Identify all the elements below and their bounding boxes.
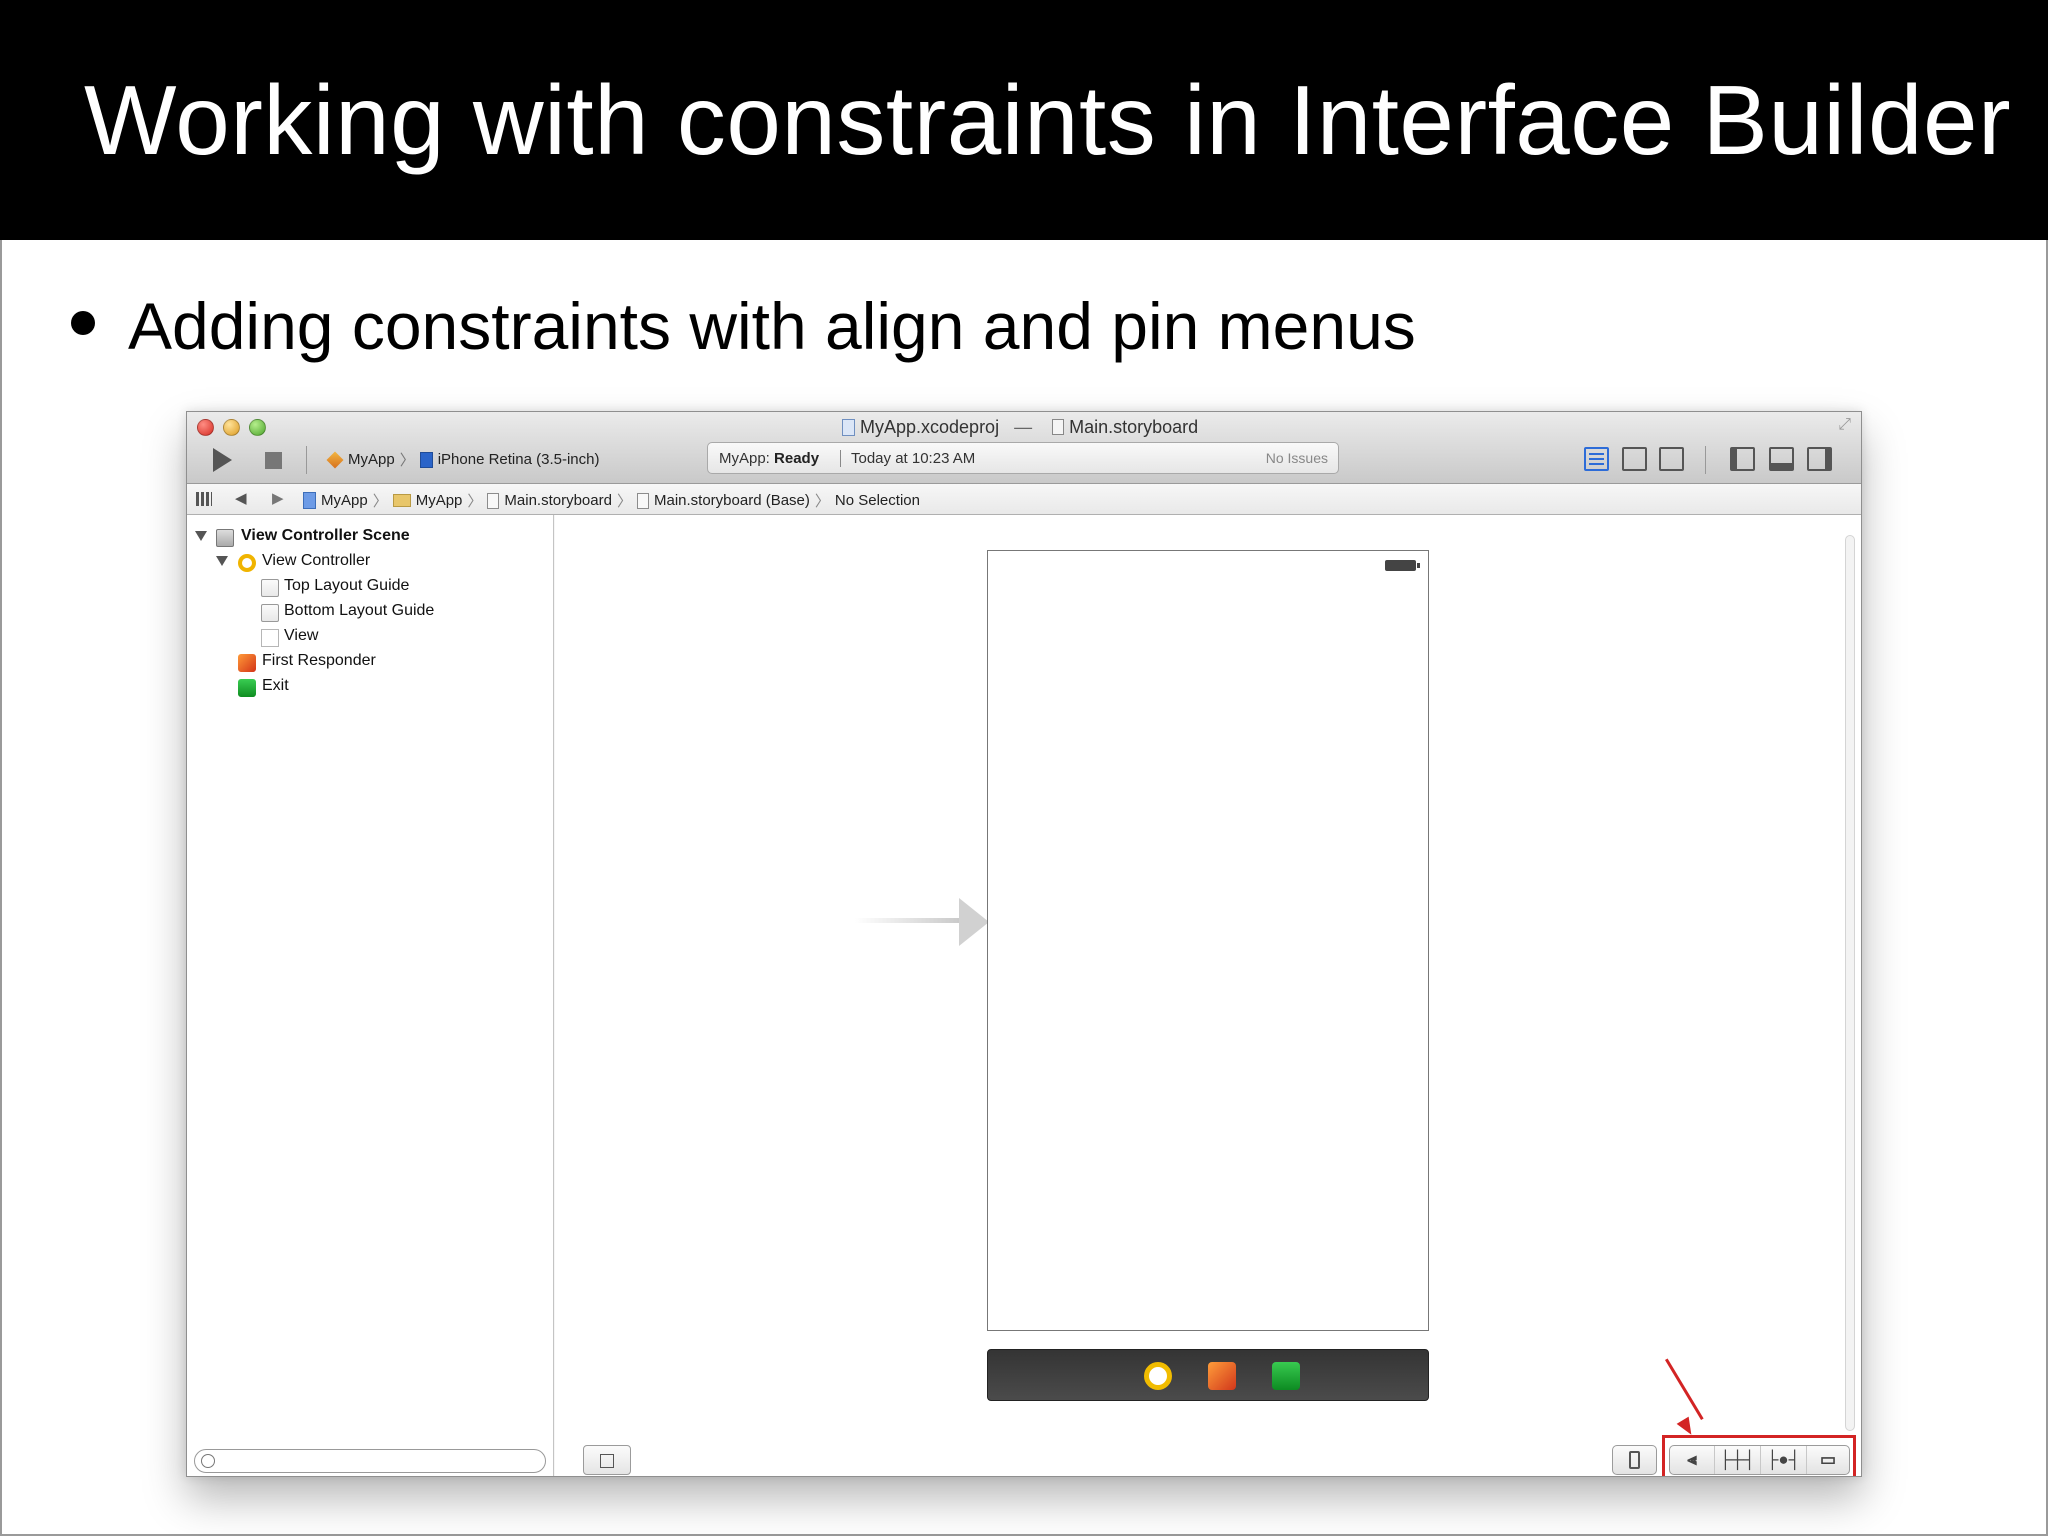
exit-icon bbox=[238, 679, 256, 697]
project-icon bbox=[842, 418, 855, 436]
outline-item-view-controller-scene[interactable]: View Controller Scene bbox=[195, 525, 545, 550]
app-icon bbox=[326, 451, 344, 468]
project-icon bbox=[303, 492, 316, 509]
issues-status: No Issues bbox=[1265, 450, 1328, 466]
toolbar: MyApp.xcodeproj — Main.storyboard ⤢ MyAp… bbox=[187, 412, 1861, 484]
forward-button[interactable]: ▶ bbox=[272, 489, 284, 507]
breadcrumb-separator: 〉 bbox=[372, 493, 388, 510]
outline-item-view[interactable]: View bbox=[195, 625, 545, 650]
breadcrumb: MyApp 〉 MyApp 〉 Main.storyboard 〉 Main.s… bbox=[303, 490, 920, 511]
form-factor-button[interactable] bbox=[1613, 1446, 1656, 1474]
layout-guide-icon bbox=[261, 604, 279, 622]
document-outline: View Controller Scene View Controller To… bbox=[187, 515, 554, 1476]
breadcrumb-base-storyboard[interactable]: Main.storyboard (Base) bbox=[636, 492, 810, 509]
disclosure-triangle-icon[interactable] bbox=[195, 531, 207, 541]
stop-button[interactable] bbox=[265, 452, 282, 469]
scheme-selector[interactable]: MyApp 〉 iPhone Retina (3.5-inch) bbox=[326, 449, 599, 470]
fullscreen-icon[interactable]: ⤢ bbox=[1838, 416, 1851, 434]
breadcrumb-separator: 〉 bbox=[616, 493, 632, 510]
storyboard-icon bbox=[636, 492, 649, 509]
toolbar-divider bbox=[1705, 446, 1706, 474]
outline-list: View Controller Scene View Controller To… bbox=[195, 525, 545, 700]
breadcrumb-project[interactable]: MyApp bbox=[303, 492, 368, 509]
outline-filter-field[interactable] bbox=[194, 1449, 546, 1473]
debug-area-toggle-icon[interactable] bbox=[1769, 447, 1794, 471]
outline-item-first-responder[interactable]: First Responder bbox=[195, 650, 545, 675]
initial-scene-arrow-line bbox=[855, 918, 965, 923]
outline-item-bottom-layout-guide[interactable]: Bottom Layout Guide bbox=[195, 600, 545, 625]
breadcrumb-storyboard[interactable]: Main.storyboard bbox=[487, 492, 612, 509]
standard-editor-icon[interactable] bbox=[1584, 447, 1609, 471]
callout-arrow-line bbox=[1665, 1358, 1704, 1421]
breadcrumb-folder[interactable]: MyApp bbox=[392, 492, 462, 509]
version-editor-icon[interactable] bbox=[1659, 447, 1684, 471]
initial-scene-arrow-head bbox=[959, 898, 989, 946]
bullet-text: Adding constraints with align and pin me… bbox=[128, 289, 1416, 363]
xcode-window: MyApp.xcodeproj — Main.storyboard ⤢ MyAp… bbox=[186, 411, 1862, 1477]
exit-icon[interactable] bbox=[1272, 1362, 1300, 1390]
scene-dock bbox=[987, 1349, 1429, 1401]
minimize-icon[interactable] bbox=[223, 419, 240, 436]
related-items-icon[interactable] bbox=[196, 492, 212, 506]
layout-guide-icon bbox=[261, 579, 279, 597]
breadcrumb-selection[interactable]: No Selection bbox=[835, 492, 920, 509]
storyboard-icon bbox=[487, 492, 500, 509]
bullet-dot bbox=[71, 311, 95, 335]
assistant-editor-icon[interactable] bbox=[1622, 447, 1647, 471]
zoom-icon[interactable] bbox=[249, 419, 266, 436]
storyboard-icon bbox=[1052, 419, 1065, 436]
hide-outline-button[interactable] bbox=[583, 1445, 631, 1475]
close-icon[interactable] bbox=[197, 419, 214, 436]
build-status: MyApp: Ready bbox=[719, 450, 820, 467]
first-responder-icon[interactable] bbox=[1208, 1362, 1236, 1390]
navigator-toggle-icon[interactable] bbox=[1730, 447, 1755, 471]
view-controller-icon[interactable] bbox=[1144, 1362, 1172, 1390]
outline-item-exit[interactable]: Exit bbox=[195, 675, 545, 700]
toolbar-divider bbox=[306, 446, 307, 474]
run-button[interactable] bbox=[213, 448, 232, 472]
view-icon bbox=[261, 629, 279, 647]
battery-icon bbox=[1385, 560, 1420, 571]
breadcrumb-separator: 〉 bbox=[814, 493, 830, 510]
window-title: MyApp.xcodeproj — Main.storyboard bbox=[837, 416, 1198, 438]
outline-item-top-layout-guide[interactable]: Top Layout Guide bbox=[195, 575, 545, 600]
view-controller-scene[interactable] bbox=[987, 550, 1429, 1331]
utilities-toggle-icon[interactable] bbox=[1807, 447, 1832, 471]
back-button[interactable]: ◀ bbox=[235, 489, 247, 507]
view-controller-icon bbox=[238, 554, 256, 572]
first-responder-icon bbox=[238, 654, 256, 672]
slide-title: Working with constraints in Interface Bu… bbox=[84, 65, 2012, 175]
slide-header: Working with constraints in Interface Bu… bbox=[0, 0, 2048, 240]
vertical-scrollbar[interactable] bbox=[1845, 535, 1855, 1431]
breadcrumb-separator: 〉 bbox=[467, 493, 483, 510]
outline-item-view-controller[interactable]: View Controller bbox=[195, 550, 545, 575]
align-pin-highlight bbox=[1662, 1435, 1856, 1476]
filter-icon bbox=[201, 1454, 215, 1468]
device-icon bbox=[1629, 1451, 1640, 1469]
scene-icon bbox=[216, 529, 234, 547]
form-factor-group bbox=[1612, 1445, 1657, 1475]
build-time: Today at 10:23 AM bbox=[840, 450, 975, 467]
activity-status: MyApp: Ready Today at 10:23 AM No Issues bbox=[707, 442, 1339, 474]
storyboard-canvas[interactable]: ⫷ ├┼┤ ├●┤ ▭ − = + bbox=[555, 515, 1861, 1476]
disclosure-triangle-icon[interactable] bbox=[216, 556, 228, 566]
jump-bar: ◀ ▶ MyApp 〉 MyApp 〉 Main.storyboard 〉 Ma… bbox=[187, 484, 1861, 515]
folder-icon bbox=[392, 494, 411, 507]
device-icon bbox=[419, 451, 433, 468]
